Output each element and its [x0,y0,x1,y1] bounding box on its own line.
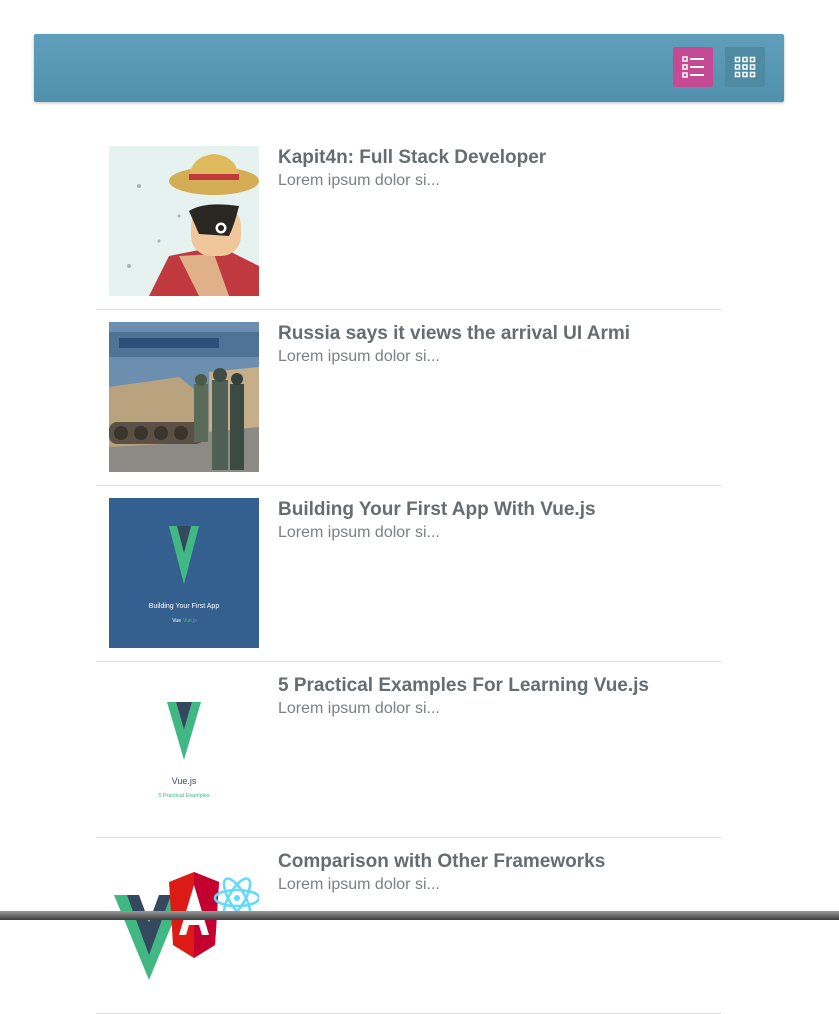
article-thumbnail[interactable] [109,146,259,296]
article-thumbnail[interactable] [109,850,259,1000]
article-list: Kapit4n: Full Stack Developer Lorem ipsu… [96,134,721,1014]
vue-logo-image: Building Your First App Vue Vue.js [109,498,259,648]
thumb-caption: Vue.js [172,776,197,786]
window-bottom-edge [0,911,839,920]
article-excerpt: Lorem ipsum dolor si... [278,172,440,189]
article-excerpt: Lorem ipsum dolor si... [278,524,440,541]
thumb-caption: Building Your First App [149,603,220,610]
list-view-button[interactable] [673,47,713,87]
anime-character-image [109,146,259,296]
list-item[interactable]: Russia says it views the arrival UI Armi… [96,310,721,486]
article-excerpt: Lorem ipsum dolor si... [278,348,440,365]
grid-view-button[interactable] [725,47,765,87]
article-title[interactable]: Building Your First App With Vue.js [278,499,596,521]
list-view-icon [682,56,704,78]
thumb-sub-a: Vue [172,618,181,624]
list-item[interactable]: Vue.js 5 Practical Examples 5 Practical … [96,662,721,838]
article-excerpt: Lorem ipsum dolor si... [278,700,440,717]
article-title[interactable]: Russia says it views the arrival UI Armi [278,323,630,345]
list-item[interactable]: Building Your First App Vue Vue.js Build… [96,486,721,662]
tanks-photo-image [109,322,259,472]
article-title[interactable]: Kapit4n: Full Stack Developer [278,147,546,169]
article-thumbnail[interactable] [109,322,259,472]
article-thumbnail[interactable]: Vue.js 5 Practical Examples [109,674,259,824]
thumb-sub-b: Vue.js [183,618,197,624]
article-title[interactable]: 5 Practical Examples For Learning Vue.js [278,675,649,697]
list-item[interactable]: Kapit4n: Full Stack Developer Lorem ipsu… [96,134,721,310]
article-thumbnail[interactable]: Building Your First App Vue Vue.js [109,498,259,648]
article-title[interactable]: Comparison with Other Frameworks [278,851,605,873]
thumb-sub: 5 Practical Examples [158,793,210,799]
vue-logo-image: Vue.js 5 Practical Examples [109,674,259,824]
framework-logos-image [109,850,259,1000]
grid-view-icon [734,56,756,78]
list-item[interactable]: Comparison with Other Frameworks Lorem i… [96,838,721,1014]
top-toolbar [34,34,784,102]
article-excerpt: Lorem ipsum dolor si... [278,876,440,893]
